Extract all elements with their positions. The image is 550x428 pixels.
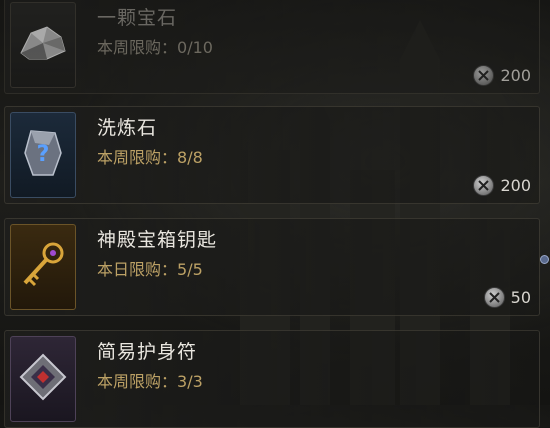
purchase-limit-label: 本周限购： (97, 38, 178, 57)
purchase-limit-value: 8/8 (177, 148, 203, 167)
item-icon-frame (10, 2, 76, 88)
pickaxe-coin-icon (473, 65, 495, 86)
purchase-limit-value: 5/5 (177, 260, 203, 279)
shop-item-row[interactable]: ? 洗炼石 本周限购：8/8 200 (4, 106, 540, 204)
item-price[interactable]: 200 (473, 175, 531, 196)
shop-item-row[interactable]: 一颗宝石 本周限购：0/10 200 (4, 0, 540, 94)
mystery-stone-icon: ? (23, 127, 63, 183)
scroll-indicator[interactable] (540, 255, 549, 264)
item-name: 简易护身符 (97, 341, 198, 363)
item-icon-frame (10, 336, 76, 422)
svg-text:?: ? (37, 142, 50, 167)
purchase-limit: 本日限购：5/5 (97, 256, 203, 280)
amulet-icon (17, 351, 69, 407)
price-value: 200 (500, 66, 531, 85)
purchase-limit: 本周限购：0/10 (97, 34, 213, 58)
shop-item-row[interactable]: 简易护身符 本周限购：3/3 (4, 330, 540, 428)
item-price[interactable]: 50 (483, 287, 531, 308)
price-value: 200 (500, 176, 531, 195)
shop-item-list: 一颗宝石 本周限购：0/10 200 ? 洗炼石 本周限购：8/8 200 神殿… (0, 0, 540, 428)
purchase-limit: 本周限购：3/3 (97, 368, 203, 392)
purchase-limit-label: 本周限购： (97, 148, 178, 167)
item-icon-frame (10, 224, 76, 310)
pickaxe-coin-icon (483, 287, 505, 308)
gem-icon (17, 23, 69, 67)
price-value: 50 (510, 288, 531, 307)
purchase-limit-value: 0/10 (177, 38, 213, 57)
item-name: 一颗宝石 (97, 7, 178, 29)
pickaxe-coin-icon (473, 175, 495, 196)
item-name: 神殿宝箱钥匙 (97, 229, 218, 251)
purchase-limit-label: 本日限购： (97, 260, 178, 279)
item-price[interactable]: 200 (473, 65, 531, 86)
purchase-limit-label: 本周限购： (97, 372, 178, 391)
item-name: 洗炼石 (97, 117, 158, 139)
item-icon-frame: ? (10, 112, 76, 198)
shop-item-row[interactable]: 神殿宝箱钥匙 本日限购：5/5 50 (4, 218, 540, 316)
purchase-limit: 本周限购：8/8 (97, 144, 203, 168)
purchase-limit-value: 3/3 (177, 372, 203, 391)
temple-key-icon (17, 239, 69, 295)
